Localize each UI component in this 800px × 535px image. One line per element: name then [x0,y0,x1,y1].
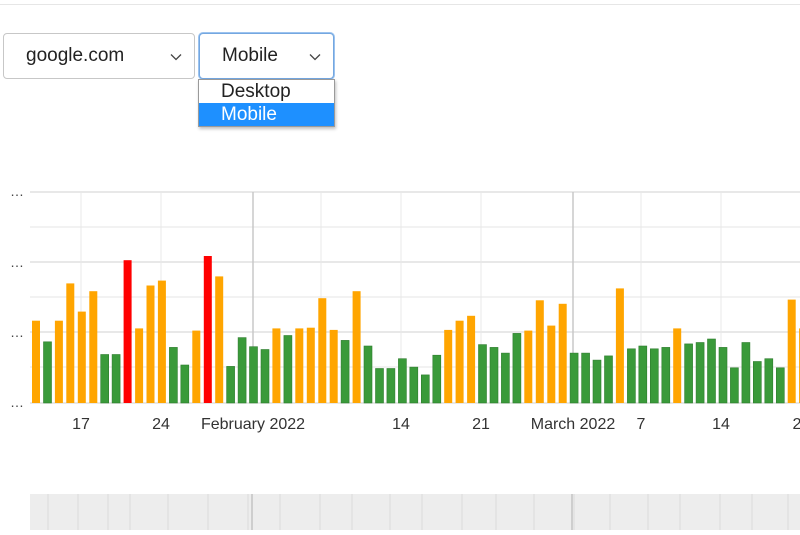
bar [135,328,144,403]
bar [54,320,63,403]
bar [718,347,728,404]
x-tick-label: 21 [472,416,490,433]
bar [146,285,155,403]
x-tick-label: 24 [152,416,170,433]
bar [306,327,315,403]
y-tick-label: … [10,394,24,410]
domain-select[interactable]: google.com [3,33,195,79]
bar [249,346,258,404]
bar [501,352,510,404]
navigator-grid [47,494,789,530]
bar [649,348,659,404]
top-divider [0,4,800,5]
bar [444,329,453,403]
bar [260,349,270,404]
bar [43,341,52,404]
bar [409,366,419,404]
bar [32,320,40,403]
bar [329,329,338,403]
bar [752,361,762,404]
bar [111,354,121,404]
bar [535,300,544,403]
bar [89,291,98,403]
bar [673,328,682,403]
bar [123,260,132,403]
y-tick-label: … [10,183,24,199]
bar [467,315,476,403]
y-tick-label: … [10,254,24,270]
bar [66,283,75,403]
bar [318,298,327,403]
bar [363,345,373,404]
bar [569,352,579,404]
bar [100,354,109,404]
daily-score-bar-chart: … … … … 17 24 February 2022 14 21 March 2022 7 14 2 [10,183,800,433]
bar [707,338,716,404]
dropdown-option-desktop[interactable]: Desktop [199,80,334,103]
bar [741,342,751,404]
bar [695,342,705,404]
bar [581,352,590,404]
bar [352,291,361,403]
x-tick-label: 17 [72,416,90,433]
bar [455,320,464,403]
bar [604,355,613,404]
dropdown-option-mobile[interactable]: Mobile [199,103,334,126]
bar [272,328,281,403]
bar [386,368,396,404]
bar [684,343,693,404]
bar [478,344,487,404]
bar [237,337,247,404]
bar [375,368,384,404]
bar [157,280,166,403]
bar [547,325,556,403]
bar [169,347,178,404]
bar [524,330,533,403]
bar [730,367,739,404]
bar [340,340,350,404]
bar [432,354,442,404]
bar [627,348,636,404]
chevron-down-icon [170,54,182,61]
device-select[interactable]: Mobile [199,33,334,79]
bar [615,288,624,403]
bar [764,358,774,404]
bar [638,345,648,404]
chart-navigator-scrollbar[interactable] [30,494,800,530]
bar [295,328,304,403]
bar [226,366,235,404]
bar [203,256,212,403]
bar [489,347,499,404]
x-tick-label: March 2022 [531,416,616,433]
chevron-down-icon [309,54,321,61]
y-tick-label: … [10,324,24,340]
bar [787,299,796,403]
x-tick-label: 7 [637,416,646,433]
bar [192,330,201,403]
bar [661,347,671,404]
bar [398,358,407,404]
x-tick-label: February 2022 [201,416,305,433]
x-tick-label: 14 [712,416,730,433]
device-dropdown-list: Desktop Mobile [198,79,335,127]
bar [77,311,86,403]
bar [592,359,602,404]
bar [215,276,224,403]
bar [283,335,293,404]
bar [512,333,522,404]
bar [558,303,567,403]
domain-select-value: google.com [26,45,125,66]
bar [420,374,430,404]
x-tick-label: 2 [793,416,800,433]
device-select-value: Mobile [222,45,278,66]
bar [180,364,190,404]
x-tick-label: 14 [392,416,410,433]
bar [775,367,785,404]
